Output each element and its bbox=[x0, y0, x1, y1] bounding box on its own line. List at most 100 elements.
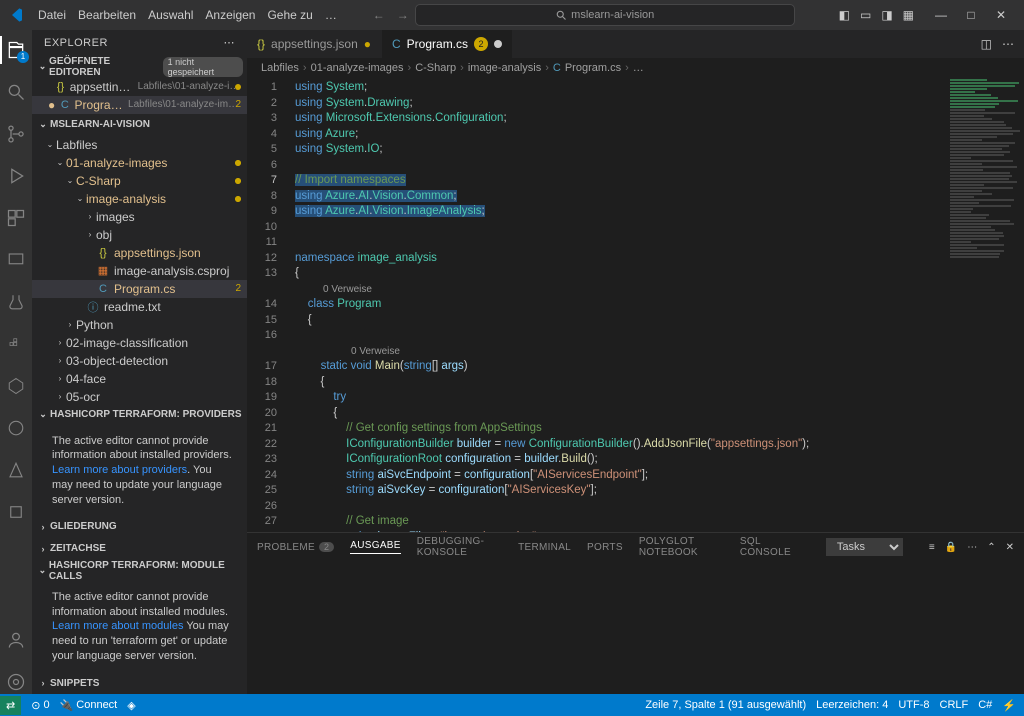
tree-item[interactable]: ›02-image-classification bbox=[32, 334, 247, 352]
breadcrumb-item[interactable]: Program.cs bbox=[565, 62, 621, 74]
sidebar-explorer: EXPLORER ⋯ ⌄GEÖFFNETE EDITOREN1 nicht ge… bbox=[32, 30, 247, 694]
outline-header[interactable]: ›GLIEDERUNG bbox=[32, 516, 247, 538]
timeline-header[interactable]: ›ZEITACHSE bbox=[32, 538, 247, 560]
open-editor-item[interactable]: {}appsettings.jsonLabfiles\01-analyze-im… bbox=[32, 78, 247, 96]
snippets-header[interactable]: ›SNIPPETS bbox=[32, 672, 247, 694]
editor-more-icon[interactable]: ⋯ bbox=[1002, 37, 1014, 51]
nav-back-icon[interactable]: ← bbox=[367, 8, 391, 22]
tree-item[interactable]: ▦image-analysis.csproj bbox=[32, 262, 247, 280]
status-language[interactable]: C# bbox=[978, 699, 992, 711]
activity-docker-icon[interactable] bbox=[4, 332, 28, 356]
window-close-icon[interactable]: ✕ bbox=[986, 8, 1016, 22]
panel-tab[interactable]: SQL CONSOLE bbox=[740, 536, 794, 558]
status-feedback-icon[interactable]: ⚡ bbox=[1002, 699, 1016, 712]
toggle-panel-bottom-icon[interactable]: ▭ bbox=[860, 8, 871, 22]
command-center-search[interactable]: mslearn-ai-vision bbox=[415, 4, 795, 26]
menu-edit[interactable]: Bearbeiten bbox=[72, 8, 142, 22]
activity-search-icon[interactable] bbox=[4, 80, 28, 104]
panel-close-icon[interactable]: ✕ bbox=[1006, 542, 1014, 553]
toggle-panel-left-icon[interactable]: ◧ bbox=[839, 8, 850, 22]
tree-item[interactable]: ⌄C-Sharp bbox=[32, 172, 247, 190]
tf-providers-header[interactable]: ⌄HASHICORP TERRAFORM: PROVIDERS bbox=[32, 404, 247, 426]
panel-more-icon[interactable]: ⋯ bbox=[967, 542, 977, 553]
panel-tab[interactable]: PORTS bbox=[587, 542, 623, 553]
activity-bar: 1 bbox=[0, 30, 32, 694]
split-editor-icon[interactable]: ◫ bbox=[981, 37, 992, 51]
layout-grid-icon[interactable]: ▦ bbox=[903, 8, 914, 22]
panel-tab[interactable]: POLYGLOT NOTEBOOK bbox=[639, 536, 724, 558]
bottom-panel: PROBLEME 2 AUSGABE DEBUGGING-KONSOLE TERMIN… bbox=[247, 532, 1024, 694]
tree-item[interactable]: CProgram.cs2 bbox=[32, 280, 247, 298]
activity-azure-icon[interactable] bbox=[4, 458, 28, 482]
menu-selection[interactable]: Auswahl bbox=[142, 8, 199, 22]
activity-accounts-icon[interactable] bbox=[4, 628, 28, 652]
breadcrumb[interactable]: Labfiles›01-analyze-images›C-Sharp›image… bbox=[247, 58, 1024, 78]
status-connect[interactable]: 🔌 Connect bbox=[60, 699, 118, 712]
window-maximize-icon[interactable]: □ bbox=[956, 8, 986, 22]
tree-item[interactable]: ›05-ocr bbox=[32, 388, 247, 404]
tree-item[interactable]: ⌄Labfiles bbox=[32, 136, 247, 154]
tree-item[interactable]: ›obj bbox=[32, 226, 247, 244]
minimap[interactable] bbox=[944, 78, 1024, 532]
status-encoding[interactable]: UTF-8 bbox=[898, 699, 929, 711]
menu-view[interactable]: Anzeigen bbox=[199, 8, 261, 22]
panel-tab[interactable]: AUSGABE bbox=[350, 540, 400, 554]
activity-github-icon[interactable] bbox=[4, 416, 28, 440]
status-eol[interactable]: CRLF bbox=[940, 699, 969, 711]
code-editor[interactable]: 12345678910111213 141516 171819202122232… bbox=[247, 78, 1024, 532]
tree-item[interactable]: ›04-face bbox=[32, 370, 247, 388]
status-indent[interactable]: Leerzeichen: 4 bbox=[816, 699, 888, 711]
activity-source-control-icon[interactable] bbox=[4, 122, 28, 146]
activity-test-icon[interactable] bbox=[4, 290, 28, 314]
workspace-header[interactable]: ⌄MSLEARN-AI-VISION bbox=[32, 114, 247, 136]
breadcrumb-item[interactable]: image-analysis bbox=[468, 62, 541, 74]
status-remote-icon[interactable]: ⇄ bbox=[0, 696, 21, 715]
panel-filter-icon[interactable]: ≡ bbox=[929, 542, 935, 553]
output-channel-select[interactable]: Tasks bbox=[826, 538, 903, 556]
code-content[interactable]: using System;using System.Drawing;using … bbox=[287, 78, 1024, 532]
panel-tab[interactable]: TERMINAL bbox=[518, 542, 571, 553]
window-minimize-icon[interactable]: — bbox=[926, 8, 956, 22]
panel-tab[interactable]: PROBLEME 2 bbox=[257, 542, 334, 553]
editor-tab[interactable]: CProgram.cs2 bbox=[382, 30, 513, 58]
tf-providers-link[interactable]: Learn more about providers bbox=[52, 464, 187, 476]
tf-modules-link[interactable]: Learn more about modules bbox=[52, 620, 183, 632]
breadcrumb-item[interactable]: … bbox=[633, 62, 644, 74]
output-body[interactable] bbox=[247, 561, 1024, 694]
explorer-header: EXPLORER ⋯ bbox=[32, 30, 247, 56]
tree-item[interactable]: ›Python bbox=[32, 316, 247, 334]
panel-tab[interactable]: DEBUGGING-KONSOLE bbox=[417, 536, 502, 558]
editor-tab[interactable]: {}appsettings.json● bbox=[247, 30, 382, 58]
activity-kubernetes-icon[interactable] bbox=[4, 374, 28, 398]
status-broadcast-icon[interactable]: ◈ bbox=[127, 699, 135, 712]
breadcrumb-item[interactable]: 01-analyze-images bbox=[311, 62, 404, 74]
tf-modules-header[interactable]: ⌄HASHICORP TERRAFORM: MODULE CALLS bbox=[32, 560, 247, 582]
panel-lock-icon[interactable]: 🔒 bbox=[945, 542, 957, 553]
nav-forward-icon[interactable]: → bbox=[391, 8, 415, 22]
breadcrumb-item[interactable]: C-Sharp bbox=[415, 62, 456, 74]
activity-settings-icon[interactable] bbox=[4, 670, 28, 694]
status-ports[interactable]: ⊙ 0 bbox=[31, 699, 49, 712]
menu-more[interactable]: … bbox=[319, 8, 343, 22]
open-editors-header[interactable]: ⌄GEÖFFNETE EDITOREN1 nicht gespeichert bbox=[32, 56, 247, 78]
explorer-more-icon[interactable]: ⋯ bbox=[224, 36, 236, 49]
menu-goto[interactable]: Gehe zu bbox=[261, 8, 318, 22]
status-cursor-position[interactable]: Zeile 7, Spalte 1 (91 ausgewählt) bbox=[645, 699, 806, 711]
tree-item[interactable]: ⌄image-analysis bbox=[32, 190, 247, 208]
panel-maximize-icon[interactable]: ⌃ bbox=[987, 542, 995, 553]
activity-remote-icon[interactable] bbox=[4, 248, 28, 272]
breadcrumb-item[interactable]: Labfiles bbox=[261, 62, 299, 74]
tree-item[interactable]: {}appsettings.json bbox=[32, 244, 247, 262]
tree-item[interactable]: ⌄01-analyze-images bbox=[32, 154, 247, 172]
tree-item[interactable]: ›03-object-detection bbox=[32, 352, 247, 370]
toggle-panel-right-icon[interactable]: ◨ bbox=[881, 8, 892, 22]
activity-extensions-icon[interactable] bbox=[4, 206, 28, 230]
activity-terraform-icon[interactable] bbox=[4, 500, 28, 524]
menu-file[interactable]: Datei bbox=[32, 8, 72, 22]
tree-item[interactable]: ›images bbox=[32, 208, 247, 226]
open-editor-item[interactable]: ●CProgram.csLabfiles\01-analyze-images\C… bbox=[32, 96, 247, 114]
activity-debug-icon[interactable] bbox=[4, 164, 28, 188]
line-gutter: 12345678910111213 141516 171819202122232… bbox=[247, 78, 287, 532]
tree-item[interactable]: ⓘreadme.txt bbox=[32, 298, 247, 316]
activity-explorer-icon[interactable]: 1 bbox=[4, 38, 28, 62]
